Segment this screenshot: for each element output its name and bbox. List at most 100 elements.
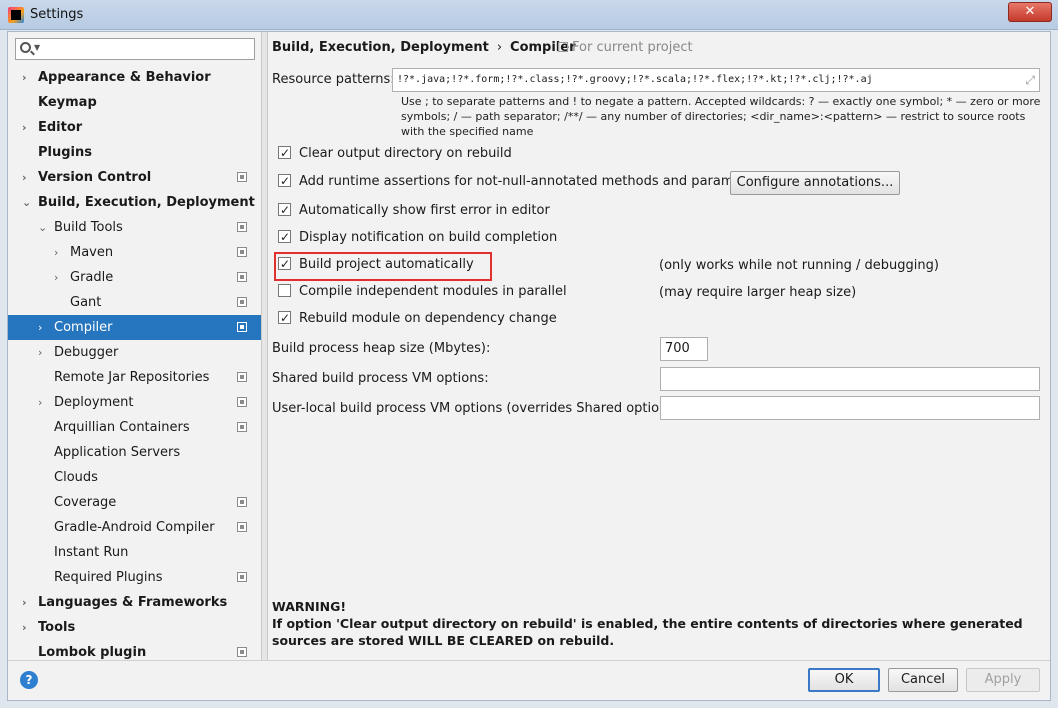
sidebar-item-maven[interactable]: › Maven — [8, 240, 261, 265]
shared-vm-options-input[interactable] — [660, 367, 1040, 391]
chevron-down-icon[interactable]: ⌄ — [38, 215, 48, 240]
compiler-settings-panel: Build, Execution, Deployment › Compiler Fo… — [270, 32, 1050, 660]
sidebar-item-deployment[interactable]: › Deployment — [8, 390, 261, 415]
parallel-compile-note: (may require larger heap size) — [659, 285, 857, 300]
chevron-right-icon[interactable]: › — [22, 65, 32, 90]
sidebar-item-plugins[interactable]: Plugins — [8, 140, 261, 165]
sidebar-item-gant[interactable]: Gant — [8, 290, 261, 315]
intellij-app-icon — [8, 7, 24, 23]
sidebar-item-remote-jar-repositories[interactable]: Remote Jar Repositories — [8, 365, 261, 390]
warning-text: If option 'Clear output directory on reb… — [272, 616, 1023, 648]
resource-patterns-hint: Use ; to separate patterns and ! to nega… — [401, 95, 1041, 138]
sidebar-scrollbar[interactable] — [262, 32, 268, 660]
sidebar-item-application-servers[interactable]: Application Servers — [8, 440, 261, 465]
sidebar-item-label: Appearance & Behavior — [38, 70, 211, 85]
heap-size-input[interactable]: 700 — [660, 337, 708, 361]
apply-button[interactable]: Apply — [966, 668, 1040, 692]
build-automatically-checkbox[interactable]: Build project automatically — [278, 254, 474, 275]
breadcrumb-parent[interactable]: Build, Execution, Deployment — [272, 40, 489, 55]
sidebar-item-tools[interactable]: › Tools — [8, 615, 261, 640]
chevron-right-icon[interactable]: › — [22, 165, 32, 190]
resource-patterns-value: !?*.java;!?*.form;!?*.class;!?*.groovy;!… — [397, 74, 873, 85]
dialog-footer: ? OK Cancel Apply — [8, 660, 1050, 700]
sidebar-item-gradle-android-compiler[interactable]: Gradle-Android Compiler — [8, 515, 261, 540]
sidebar-item-build-execution-deployment[interactable]: ⌄ Build, Execution, Deployment — [8, 190, 261, 215]
checkbox-label: Display notification on build completion — [299, 230, 558, 245]
user-vm-options-input[interactable] — [660, 396, 1040, 420]
project-scope-icon — [237, 497, 247, 507]
project-scope-icon — [237, 647, 247, 657]
project-scope-icon — [237, 272, 247, 282]
parallel-compile-checkbox[interactable]: Compile independent modules in parallel — [278, 282, 567, 302]
show-first-error-checkbox[interactable]: Automatically show first error in editor — [278, 200, 550, 221]
rebuild-on-dependency-checkbox[interactable]: Rebuild module on dependency change — [278, 308, 557, 329]
configure-annotations-button[interactable]: Configure annotations... — [730, 171, 900, 195]
warning-block: WARNING! If option 'Clear output directo… — [272, 598, 1032, 649]
checkbox-label: Build project automatically — [299, 257, 474, 272]
checkbox-box[interactable] — [278, 284, 291, 297]
project-scope-icon — [237, 172, 247, 182]
window-title: Settings — [30, 7, 84, 22]
chevron-down-icon[interactable]: ⌄ — [22, 190, 32, 215]
clear-output-checkbox[interactable]: Clear output directory on rebuild — [278, 143, 512, 164]
checkbox-label: Automatically show first error in editor — [299, 203, 550, 218]
checkbox-box[interactable] — [278, 254, 291, 274]
sidebar-item-label: Gradle — [70, 270, 114, 285]
sidebar-item-keymap[interactable]: Keymap — [8, 90, 261, 115]
sidebar-item-label: Debugger — [54, 345, 119, 360]
sidebar-item-compiler[interactable]: › Compiler — [8, 315, 261, 340]
project-scope-icon — [237, 397, 247, 407]
chevron-down-icon: ▼ — [34, 43, 41, 52]
heap-size-label: Build process heap size (Mbytes): — [272, 341, 491, 356]
checkbox-box[interactable] — [278, 200, 291, 220]
sidebar-item-coverage[interactable]: Coverage — [8, 490, 261, 515]
runtime-assertions-checkbox[interactable]: Add runtime assertions for not-null-anno… — [278, 171, 767, 192]
sidebar-item-build-tools[interactable]: ⌄ Build Tools — [8, 215, 261, 240]
chevron-right-icon[interactable]: › — [54, 240, 64, 265]
sidebar-item-instant-run[interactable]: Instant Run — [8, 540, 261, 565]
sidebar-item-editor[interactable]: › Editor — [8, 115, 261, 140]
checkbox-box[interactable] — [278, 171, 291, 191]
settings-sidebar: ▼ › Appearance & Behavior Keymap › Editor Plu… — [8, 32, 262, 660]
breadcrumb-separator: › — [496, 40, 503, 55]
settings-search-input[interactable]: ▼ — [15, 38, 255, 60]
chevron-right-icon[interactable]: › — [22, 615, 32, 640]
sidebar-item-label: Arquillian Containers — [54, 420, 190, 435]
sidebar-item-debugger[interactable]: › Debugger — [8, 340, 261, 365]
title-bar: Settings ✕ — [0, 0, 1058, 30]
sidebar-item-label: Build Tools — [54, 220, 123, 235]
build-automatically-note: (only works while not running / debuggin… — [659, 258, 939, 273]
checkbox-box[interactable] — [278, 143, 291, 163]
checkbox-box[interactable] — [278, 308, 291, 328]
chevron-right-icon[interactable]: › — [38, 390, 48, 415]
help-button[interactable]: ? — [20, 671, 38, 689]
sidebar-item-version-control[interactable]: › Version Control — [8, 165, 261, 190]
sidebar-item-label: Keymap — [38, 95, 97, 110]
checkbox-label: Add runtime assertions for not-null-anno… — [299, 174, 767, 189]
project-scope-icon — [237, 297, 247, 307]
chevron-right-icon[interactable]: › — [54, 265, 64, 290]
chevron-right-icon[interactable]: › — [22, 590, 32, 615]
sidebar-item-label: Required Plugins — [54, 570, 163, 585]
cancel-button[interactable]: Cancel — [888, 668, 958, 692]
sidebar-item-gradle[interactable]: › Gradle — [8, 265, 261, 290]
sidebar-item-languages-frameworks[interactable]: › Languages & Frameworks — [8, 590, 261, 615]
project-scope-icon — [237, 247, 247, 257]
sidebar-item-arquillian-containers[interactable]: Arquillian Containers — [8, 415, 261, 440]
settings-tree: › Appearance & Behavior Keymap › Editor Plugi… — [8, 65, 261, 665]
close-button[interactable]: ✕ — [1008, 2, 1052, 22]
sidebar-item-required-plugins[interactable]: Required Plugins — [8, 565, 261, 590]
chevron-right-icon[interactable]: › — [22, 115, 32, 140]
chevron-right-icon[interactable]: › — [38, 315, 48, 340]
sidebar-item-clouds[interactable]: Clouds — [8, 465, 261, 490]
resource-patterns-input[interactable]: !?*.java;!?*.form;!?*.class;!?*.groovy;!… — [392, 68, 1040, 92]
checkbox-label: Rebuild module on dependency change — [299, 311, 557, 326]
build-notification-checkbox[interactable]: Display notification on build completion — [278, 227, 558, 248]
sidebar-item-label: Application Servers — [54, 445, 181, 460]
ok-button[interactable]: OK — [808, 668, 880, 692]
checkbox-box[interactable] — [278, 227, 291, 247]
expand-icon[interactable]: ⤢ — [1025, 73, 1035, 87]
sidebar-item-appearance-behavior[interactable]: › Appearance & Behavior — [8, 65, 261, 90]
sidebar-item-label: Languages & Frameworks — [38, 595, 228, 610]
chevron-right-icon[interactable]: › — [38, 340, 48, 365]
